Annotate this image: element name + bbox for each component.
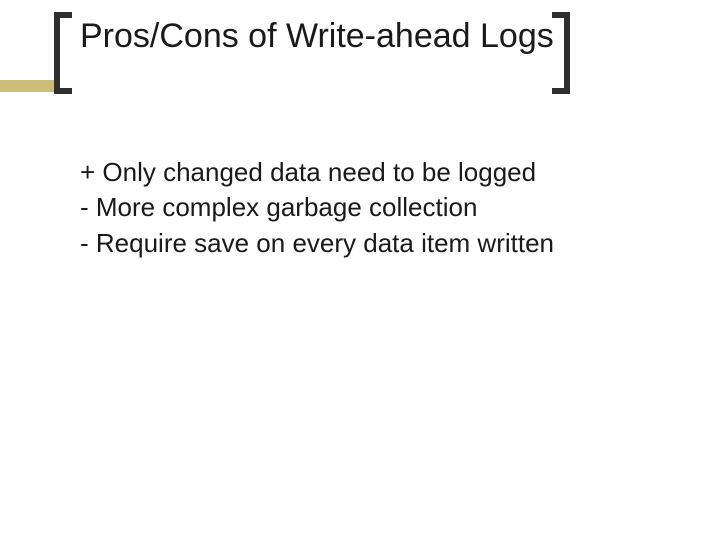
slide-title: Pros/Cons of Write-ahead Logs [54, 14, 574, 56]
list-item: + Only changed data need to be logged [80, 156, 660, 189]
body-list: + Only changed data need to be logged - … [80, 156, 660, 262]
title-container: Pros/Cons of Write-ahead Logs [54, 14, 574, 56]
list-item: - More complex garbage collection [80, 191, 660, 224]
accent-bar [0, 80, 54, 92]
list-item: - Require save on every data item writte… [80, 227, 660, 260]
